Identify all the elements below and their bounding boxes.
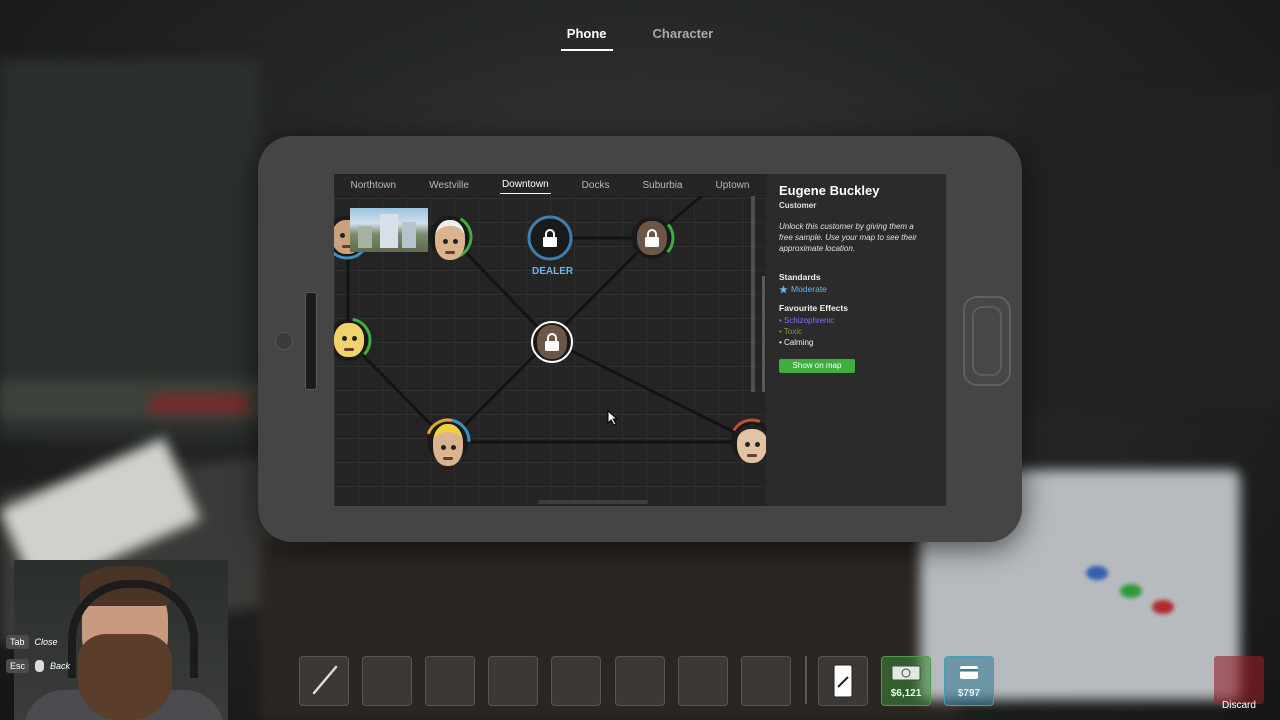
region-tab-suburbia[interactable]: Suburbia [640,177,684,194]
cash-icon [891,665,921,681]
customer-avatar [334,323,364,357]
pen-icon [312,665,338,695]
phone-screen: Northtown Westville Downtown Docks Subur… [334,174,946,506]
customer-map[interactable]: Northtown Westville Downtown Docks Subur… [334,174,775,506]
mouse-icon [35,660,45,672]
background-window [1020,90,1280,410]
customer-node[interactable] [334,317,372,363]
discard-label: Discard [1222,700,1256,711]
customer-avatar [435,220,465,260]
hotbar-slot-8[interactable] [741,656,791,706]
phone-side-button [305,292,317,390]
favourite-effects-heading: Favourite Effects [779,303,848,313]
dealer-node[interactable] [527,215,573,261]
bank-amount: $797 [957,688,981,699]
lock-icon [543,229,557,247]
customer-info-panel: Eugene Buckley Customer Unlock this cust… [766,174,946,506]
lock-icon [545,333,559,351]
key-hint-close: Tab Close [6,635,58,649]
effect-item: • Toxic [779,327,803,336]
cash-slot[interactable]: $6,121 [881,656,931,706]
customer-type: Customer [779,201,817,210]
map-divider [751,196,755,392]
hotbar-phone-slot[interactable] [818,656,868,706]
tab-character[interactable]: Character [647,24,720,51]
top-tab-bar: Phone Character [0,24,1280,51]
effect-item: • Schizophrenic [779,316,835,325]
region-tabs: Northtown Westville Downtown Docks Subur… [334,174,766,196]
credit-card-icon [960,666,978,679]
customer-node-locked[interactable] [629,215,675,261]
hotbar-slot-4[interactable] [488,656,538,706]
headphones [68,580,198,678]
machine-red-button [1152,600,1174,614]
customer-node[interactable] [425,418,471,466]
key-hint-label: Back [50,661,71,671]
phone-home-button[interactable] [963,296,1011,386]
star-icon [779,284,788,293]
key-hint-back: Esc Back [6,659,70,673]
hotbar-divider [805,656,807,704]
phone-icon [833,664,853,698]
region-tab-uptown[interactable]: Uptown [714,177,752,194]
effect-name: Toxic [783,327,803,336]
esc-key: Esc [6,659,30,673]
discard-slot[interactable] [1214,656,1264,704]
region-tab-downtown[interactable]: Downtown [499,176,551,194]
standards-value: Moderate [779,284,827,294]
region-tab-westville[interactable]: Westville [427,177,471,194]
machine-blue-button [1086,566,1108,580]
background-shelf-items [150,395,250,413]
hotbar-slot-3[interactable] [425,656,475,706]
effect-name: Calming [784,338,814,347]
bank-slot[interactable]: $797 [944,656,994,706]
hotbar-slot-5[interactable] [551,656,601,706]
hotbar-slot-7[interactable] [678,656,728,706]
key-hint-label: Close [34,637,58,647]
dealer-label: DEALER [532,266,574,277]
effect-name: Schizophrenic [784,316,835,325]
customer-node[interactable] [427,214,473,260]
region-tab-northtown[interactable]: Northtown [349,177,399,194]
customer-description: Unlock this customer by giving them a fr… [779,222,917,253]
selected-customer-node[interactable] [531,321,573,363]
map-scrollbar[interactable] [762,276,765,392]
customer-name: Eugene Buckley [779,183,880,198]
location-preview-image[interactable] [350,208,428,252]
standards-heading: Standards [779,272,821,282]
cash-amount: $6,121 [890,688,922,699]
tab-phone[interactable]: Phone [560,24,613,51]
lock-icon [645,229,659,247]
hotbar-slot-2[interactable] [362,656,412,706]
show-on-map-button[interactable]: Show on map [779,359,855,373]
mouse-cursor-icon [607,410,619,426]
tab-key: Tab [6,635,29,649]
standards-label: Moderate [791,284,827,294]
customer-avatar [433,424,463,466]
phone-home-indicator[interactable] [538,500,648,504]
region-tab-docks[interactable]: Docks [580,177,612,194]
phone-camera [275,332,293,350]
customer-avatar [737,424,767,463]
hotbar-slot-1[interactable] [299,656,349,706]
effect-item: • Calming [779,338,814,347]
hotbar-slot-6[interactable] [615,656,665,706]
machine-green-button [1120,584,1142,598]
